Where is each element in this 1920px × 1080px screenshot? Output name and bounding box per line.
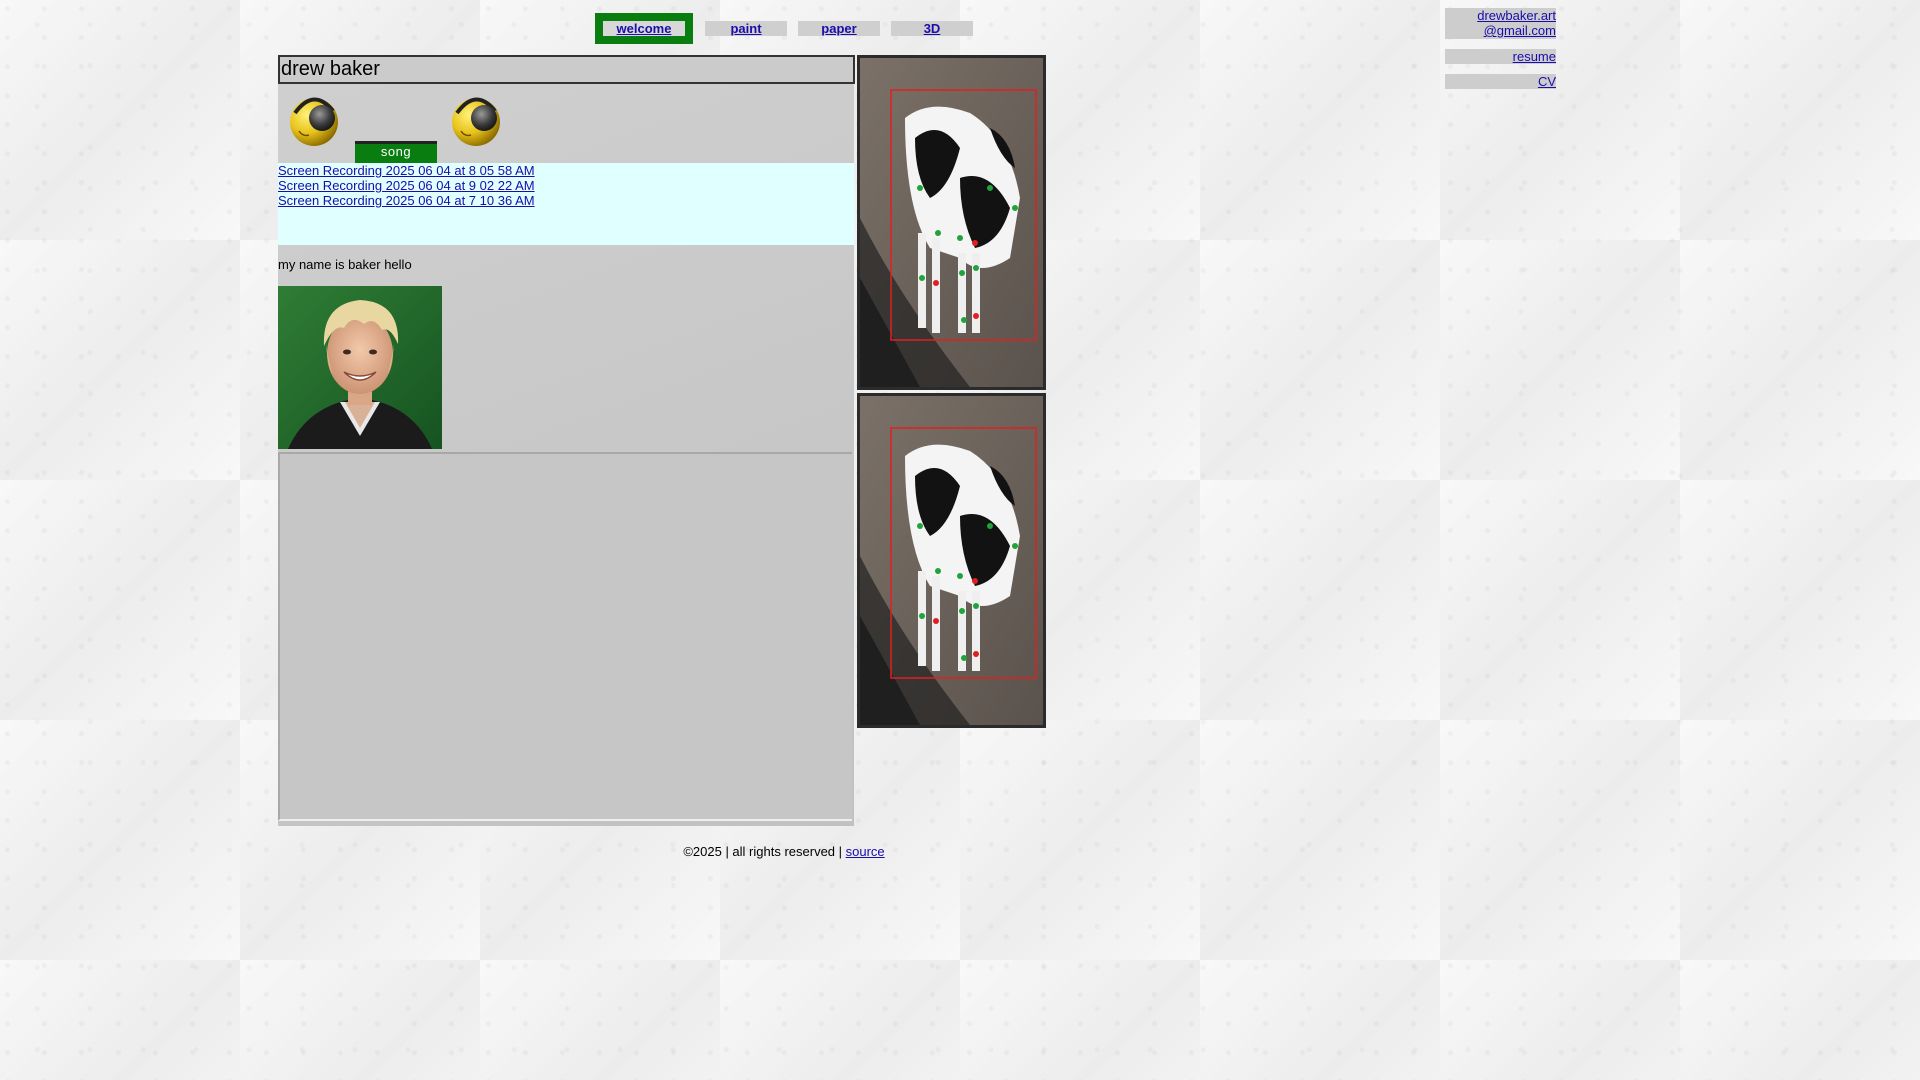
intro-text: my name is baker hello: [278, 257, 412, 272]
copyright-text: ©2025 | all rights reserved |: [683, 844, 846, 859]
footer: ©2025 | all rights reserved | source: [0, 844, 1568, 860]
tab-paint[interactable]: paint: [705, 21, 787, 36]
cv-link-box[interactable]: CV: [1445, 74, 1556, 89]
resume-link-box[interactable]: resume: [1445, 49, 1556, 64]
resume-link[interactable]: resume: [1513, 49, 1556, 64]
tab-paper-link[interactable]: paper: [821, 21, 856, 36]
email-line-1: drewbaker.art: [1477, 8, 1556, 23]
recording-link[interactable]: Screen Recording 2025 06 04 at 8 05 58 A…: [278, 163, 854, 178]
song-button[interactable]: song: [355, 141, 437, 163]
email-link-box[interactable]: drewbaker.art @gmail.com: [1445, 8, 1556, 39]
song-button-label: song: [380, 144, 412, 159]
recording-link[interactable]: Screen Recording 2025 06 04 at 9 02 22 A…: [278, 178, 854, 193]
recording-link[interactable]: Screen Recording 2025 06 04 at 7 10 36 A…: [278, 193, 854, 208]
tab-3d[interactable]: 3D: [891, 21, 973, 36]
main-panel: drew baker song Screen Recording 2025 06…: [278, 55, 855, 826]
tab-paper[interactable]: paper: [798, 21, 880, 36]
record-play-icon-2[interactable]: [451, 91, 503, 149]
cv-link[interactable]: CV: [1538, 74, 1556, 89]
song-button-bar: [355, 141, 437, 144]
page-title: drew baker: [278, 55, 855, 84]
portrait-photo: [278, 286, 442, 449]
cow-detection-image-2: [857, 393, 1046, 728]
source-link[interactable]: source: [846, 844, 885, 859]
tab-welcome[interactable]: welcome: [595, 13, 693, 44]
email-link[interactable]: drewbaker.art @gmail.com: [1477, 8, 1556, 38]
record-play-icon[interactable]: [289, 91, 341, 149]
tab-welcome-link[interactable]: welcome: [617, 21, 672, 36]
email-line-2: @gmail.com: [1483, 23, 1556, 38]
tab-paint-link[interactable]: paint: [730, 21, 761, 36]
content-box: [278, 452, 852, 821]
cow-detection-image: [857, 55, 1046, 390]
tab-3d-link[interactable]: 3D: [924, 21, 941, 36]
recordings-list: Screen Recording 2025 06 04 at 8 05 58 A…: [278, 163, 854, 245]
